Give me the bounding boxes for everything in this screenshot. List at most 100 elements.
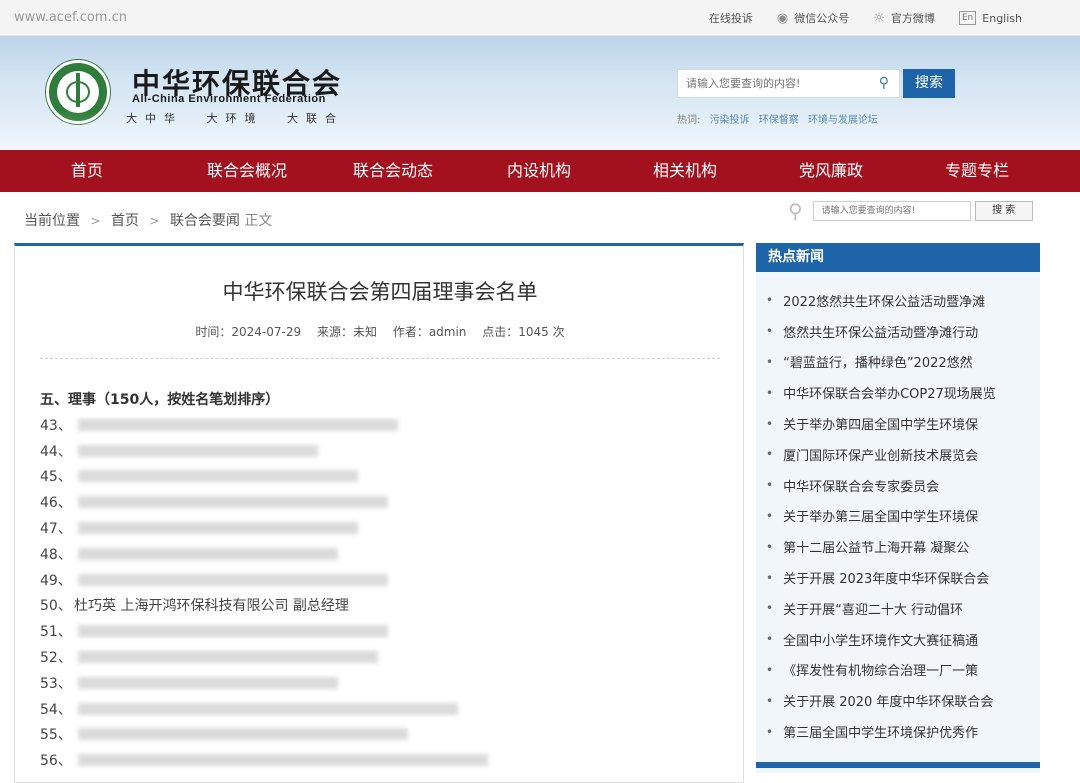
list-item: 48、 bbox=[40, 541, 488, 567]
row-number: 50、 bbox=[40, 598, 72, 615]
news-item[interactable]: • 第十二届公益节上海开幕 凝聚公 bbox=[756, 531, 1040, 562]
news-title[interactable]: 第十二届公益节上海开幕 凝聚公 bbox=[783, 537, 969, 556]
article-time: 时间：2024-07-29 bbox=[195, 325, 302, 339]
news-title[interactable]: “碧蓝益行，播种绿色”2022悠然 bbox=[783, 352, 973, 371]
breadcrumb-home[interactable]: 首页 bbox=[111, 213, 139, 229]
row-number: 55、 bbox=[40, 727, 72, 744]
row-number: 47、 bbox=[40, 521, 72, 538]
news-item[interactable]: • “碧蓝益行，播种绿色”2022悠然 bbox=[756, 347, 1040, 378]
redacted-text bbox=[78, 651, 378, 664]
news-item[interactable]: • 中华环保联合会举办COP27现场展览 bbox=[756, 377, 1040, 408]
hot-news-list: • 2022悠然共生环保公益活动暨净滩 • 悠然共生环保公益活动暨净滩行动 • “碧蓝… bbox=[756, 272, 1040, 747]
news-title[interactable]: 悠然共生环保公益活动暨净滩行动 bbox=[783, 322, 978, 341]
news-item[interactable]: • 《挥发性有机物综合治理一厂一策 bbox=[756, 655, 1040, 686]
hot-word-link[interactable]: 环保督察 bbox=[759, 115, 799, 126]
news-item[interactable]: • 关于举办第三届全国中学生环境保 bbox=[756, 501, 1040, 532]
site-url: www.acef.com.cn bbox=[14, 10, 127, 25]
sidebar-title: 热点新闻 bbox=[756, 243, 1040, 272]
row-number: 45、 bbox=[40, 469, 72, 486]
article-clicks: 点击：1045 次 bbox=[482, 325, 565, 339]
row-number: 49、 bbox=[40, 572, 72, 589]
top-link-english[interactable]: En English bbox=[958, 11, 1022, 25]
redacted-text bbox=[78, 418, 398, 431]
top-link-weibo[interactable]: ☼ 官方微博 bbox=[873, 10, 935, 26]
top-link-complaint-label: 在线投诉 bbox=[708, 12, 753, 25]
breadcrumb-separator: > bbox=[90, 214, 101, 228]
redacted-text bbox=[78, 702, 458, 715]
row-number: 51、 bbox=[40, 624, 72, 641]
bullet-icon: • bbox=[766, 601, 774, 616]
nav-item-departments[interactable]: 内设机构 bbox=[466, 150, 612, 192]
top-link-complaint[interactable]: 在线投诉 bbox=[709, 10, 753, 26]
list-item: 49、 bbox=[40, 567, 488, 593]
row-number: 44、 bbox=[40, 443, 72, 460]
breadcrumb: 当前位置 > 首页 > 联合会要闻 正文 bbox=[24, 210, 272, 230]
news-item[interactable]: • 悠然共生环保公益活动暨净滩行动 bbox=[756, 316, 1040, 347]
redacted-text bbox=[78, 522, 358, 535]
nav-item-news[interactable]: 联合会动态 bbox=[320, 150, 466, 192]
news-title[interactable]: 2022悠然共生环保公益活动暨净滩 bbox=[783, 291, 985, 310]
news-title[interactable]: 关于举办第三届全国中学生环境保 bbox=[783, 506, 978, 525]
page-search-input[interactable] bbox=[812, 201, 971, 221]
news-title[interactable]: 关于举办第四届全国中学生环境保 bbox=[783, 414, 978, 433]
news-item[interactable]: • 2022悠然共生环保公益活动暨净滩 bbox=[756, 285, 1040, 316]
page-search-button[interactable]: 搜 索 bbox=[974, 201, 1033, 221]
site-header: 中华环保联合会 All-China Environment Federation… bbox=[0, 36, 1080, 150]
nav-item-topics[interactable]: 专题专栏 bbox=[904, 150, 1050, 192]
nav-item-related[interactable]: 相关机构 bbox=[612, 150, 758, 192]
bullet-icon: • bbox=[766, 385, 774, 400]
hot-word-link[interactable]: 污染投诉 bbox=[710, 115, 750, 126]
top-bar: www.acef.com.cn 在线投诉 ◉ 微信公众号 ☼ 官方微博 En E… bbox=[0, 0, 1080, 36]
article-source: 来源：未知 bbox=[316, 325, 377, 339]
header-search-input[interactable] bbox=[678, 70, 868, 97]
sidebar-next-panel-edge bbox=[756, 762, 1040, 768]
article-divider bbox=[40, 358, 720, 359]
redacted-text bbox=[78, 496, 388, 509]
redacted-text bbox=[78, 470, 358, 483]
news-title[interactable]: 关于开展 2023年度中华环保联合会 bbox=[783, 568, 989, 587]
search-icon[interactable]: ⚲ bbox=[879, 75, 889, 91]
list-item: 52、 bbox=[40, 644, 488, 670]
header-search-box: ⚲ bbox=[677, 69, 900, 98]
logo-english-title: All-China Environment Federation bbox=[132, 93, 326, 105]
news-title[interactable]: 厦门国际环保产业创新技术展览会 bbox=[783, 445, 978, 464]
header-search-button[interactable]: 搜索 bbox=[903, 69, 955, 98]
news-item[interactable]: • 全国中小学生环境作文大赛征稿通 bbox=[756, 624, 1040, 655]
news-item[interactable]: • 厦门国际环保产业创新技术展览会 bbox=[756, 439, 1040, 470]
bullet-icon: • bbox=[766, 693, 774, 708]
news-title[interactable]: 中华环保联合会举办COP27现场展览 bbox=[783, 383, 996, 402]
list-item: 46、 bbox=[40, 489, 488, 515]
acef-logo-icon[interactable] bbox=[46, 60, 110, 124]
redacted-text bbox=[78, 444, 318, 457]
weibo-icon: ☼ bbox=[873, 10, 885, 26]
news-title[interactable]: 第三届全国中学生环境保护优秀作 bbox=[783, 722, 978, 741]
news-item[interactable]: • 关于开展 2023年度中华环保联合会 bbox=[756, 562, 1040, 593]
nav-item-overview[interactable]: 联合会概况 bbox=[174, 150, 320, 192]
top-link-weibo-label: 官方微博 bbox=[890, 12, 935, 25]
news-item[interactable]: • 关于开展“喜迎二十大 行动倡环 bbox=[756, 593, 1040, 624]
bullet-icon: • bbox=[766, 416, 774, 431]
news-title[interactable]: 关于开展“喜迎二十大 行动倡环 bbox=[783, 599, 963, 618]
nav-item-home[interactable]: 首页 bbox=[0, 150, 174, 192]
breadcrumb-news[interactable]: 联合会要闻 bbox=[170, 213, 240, 229]
main-nav: 首页 联合会概况 联合会动态 内设机构 相关机构 党风廉政 专题专栏 bbox=[0, 150, 1080, 192]
news-item[interactable]: • 第三届全国中学生环境保护优秀作 bbox=[756, 716, 1040, 747]
news-title[interactable]: 中华环保联合会专家委员会 bbox=[783, 476, 939, 495]
article-title: 中华环保联合会第四届理事会名单 bbox=[222, 280, 538, 304]
redacted-text bbox=[78, 728, 408, 741]
hot-word-link[interactable]: 环境与发展论坛 bbox=[808, 115, 878, 126]
list-item: 45、 bbox=[40, 464, 488, 490]
row-number: 56、 bbox=[40, 753, 72, 770]
article-author: 作者：admin bbox=[392, 325, 467, 339]
news-title[interactable]: 《挥发性有机物综合治理一厂一策 bbox=[783, 660, 978, 679]
news-item[interactable]: • 关于开展 2020 年度中华环保联合会 bbox=[756, 685, 1040, 716]
news-title[interactable]: 关于开展 2020 年度中华环保联合会 bbox=[783, 691, 993, 710]
top-link-wechat-label: 微信公众号 bbox=[794, 12, 850, 25]
top-link-wechat[interactable]: ◉ 微信公众号 bbox=[777, 10, 849, 26]
nav-item-integrity[interactable]: 党风廉政 bbox=[758, 150, 904, 192]
news-title[interactable]: 全国中小学生环境作文大赛征稿通 bbox=[783, 630, 978, 649]
news-item[interactable]: • 关于举办第四届全国中学生环境保 bbox=[756, 408, 1040, 439]
row-number: 48、 bbox=[40, 546, 72, 563]
redacted-text bbox=[78, 573, 388, 586]
news-item[interactable]: • 中华环保联合会专家委员会 bbox=[756, 470, 1040, 501]
